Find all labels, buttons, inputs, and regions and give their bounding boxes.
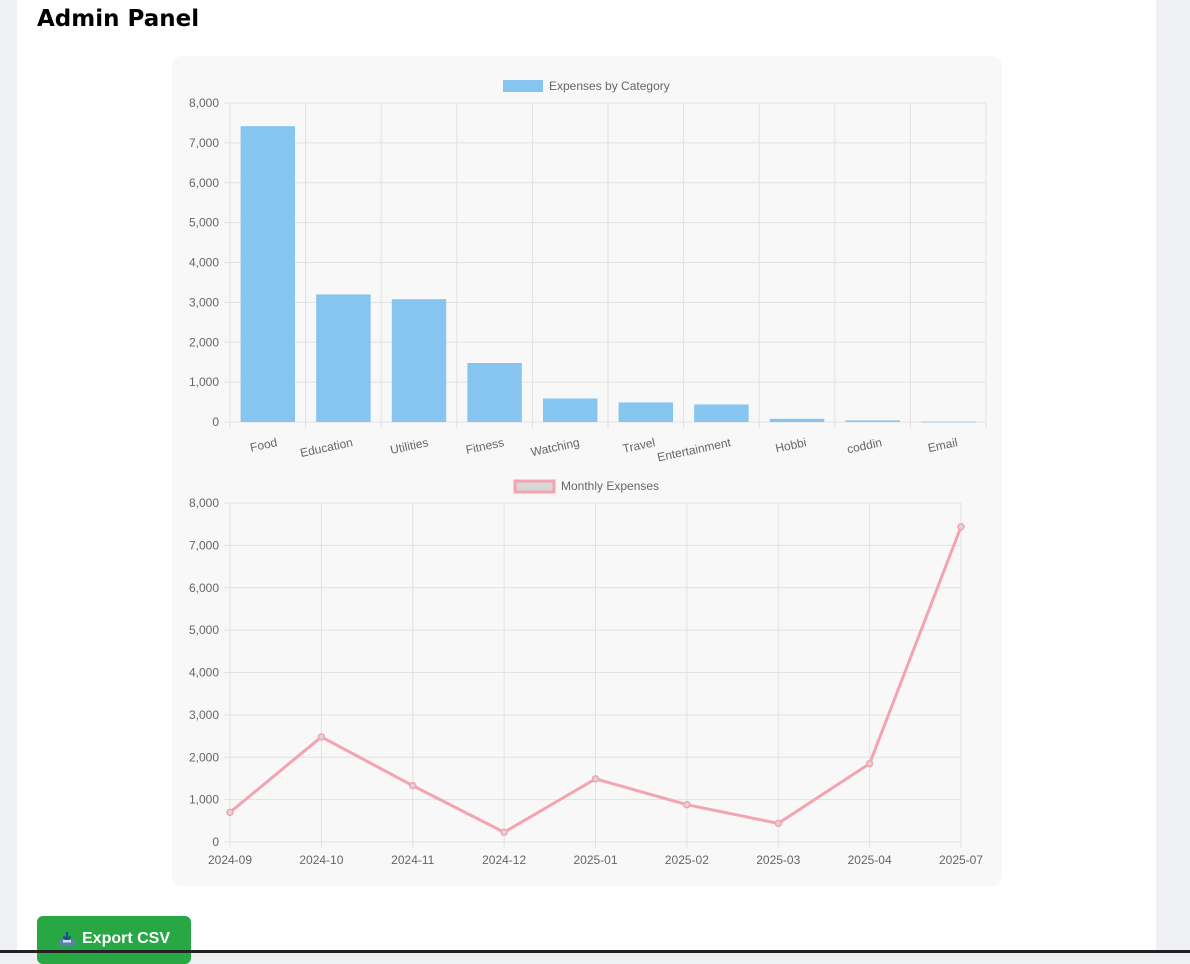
x-tick-label: Entertainment	[656, 435, 733, 464]
main-panel: Admin Panel Expenses by Category 0 1,000 2,…	[17, 0, 1156, 964]
data-point-2025-01	[591, 775, 600, 783]
y-tick-label: 1,000	[189, 375, 219, 389]
x-tick-label: Fitness	[464, 435, 505, 457]
y-tick-label: 7,000	[189, 136, 219, 150]
legend-swatch-line	[513, 479, 556, 494]
charts-card: Expenses by Category 0 1,000 2,000 3,000 4,00…	[172, 56, 1002, 886]
y-tick-label: 0	[212, 835, 219, 849]
data-point-2024-11	[409, 781, 417, 790]
x-tick-label: Email	[927, 435, 959, 455]
data-point-2025-02	[683, 800, 691, 809]
data-point-2024-10	[317, 733, 326, 741]
y-tick-label: 5,000	[189, 623, 219, 637]
y-tick-label: 1,000	[189, 793, 219, 807]
bar-email	[920, 421, 976, 423]
data-point-2025-03	[774, 819, 782, 828]
bar-coddin	[845, 420, 900, 422]
data-point-2024-12	[500, 828, 508, 837]
bar-entertainment	[694, 404, 749, 422]
bar-watching	[542, 398, 598, 422]
y-tick-label: 6,000	[189, 176, 219, 190]
x-tick-label: 2024-09	[208, 853, 252, 867]
expenses-by-category-chart: Expenses by Category 0 1,000 2,000 3,000 4,00…	[189, 79, 987, 464]
bar-food	[240, 126, 296, 422]
legend-swatch-bar	[503, 80, 543, 92]
bar-travel	[618, 402, 674, 422]
bar-fitness	[467, 362, 522, 422]
x-tick-label: Hobbi	[774, 435, 808, 455]
inbox-tray-icon	[58, 931, 76, 947]
y-tick-label: 5,000	[189, 216, 219, 230]
bar-utilities	[391, 299, 447, 422]
x-tick-label: coddin	[846, 435, 884, 456]
x-tick-label: Education	[299, 435, 354, 460]
data-point-2025-07	[957, 522, 965, 531]
x-tick-label: 2025-03	[756, 853, 800, 867]
legend-label-line: Monthly Expenses	[561, 479, 659, 493]
x-tick-label: 2024-12	[482, 853, 526, 867]
x-tick-label: Food	[249, 435, 279, 454]
x-tick-label: Watching	[529, 435, 580, 459]
monthly-expenses-chart: Monthly Expenses 0 1,000 2,000 3,000 4,000 5,0…	[189, 479, 983, 867]
y-tick-label: 2,000	[189, 750, 219, 764]
legend-label-bar: Expenses by Category	[549, 79, 670, 93]
export-csv-label: Export CSV	[82, 930, 171, 947]
y-tick-label: 4,000	[189, 256, 219, 270]
y-tick-label: 8,000	[189, 496, 219, 510]
y-tick-label: 7,000	[189, 538, 219, 552]
data-point-2024-09	[226, 808, 234, 817]
y-tick-label: 3,000	[189, 708, 219, 722]
y-tick-label: 8,000	[189, 96, 219, 110]
y-tick-label: 6,000	[189, 581, 219, 595]
export-csv-button[interactable]: Export CSV	[37, 916, 191, 964]
x-tick-label: 2024-11	[391, 853, 434, 867]
x-tick-label: 2025-01	[573, 853, 617, 867]
x-tick-label: 2025-04	[848, 853, 892, 867]
x-tick-label: 2025-07	[939, 853, 983, 867]
x-tick-label: 2025-02	[665, 853, 709, 867]
page-title: Admin Panel	[37, 6, 200, 32]
y-tick-label: 4,000	[189, 666, 219, 680]
x-tick-label: Travel	[621, 435, 656, 456]
bar-education	[316, 294, 371, 422]
data-point-2025-04	[865, 759, 874, 768]
bar-hobbi	[769, 418, 825, 422]
x-tick-label: Utilities	[389, 435, 430, 457]
y-tick-label: 2,000	[189, 335, 219, 349]
y-tick-label: 3,000	[189, 295, 219, 309]
x-tick-label: 2024-10	[299, 853, 343, 867]
y-tick-label: 0	[212, 415, 219, 429]
